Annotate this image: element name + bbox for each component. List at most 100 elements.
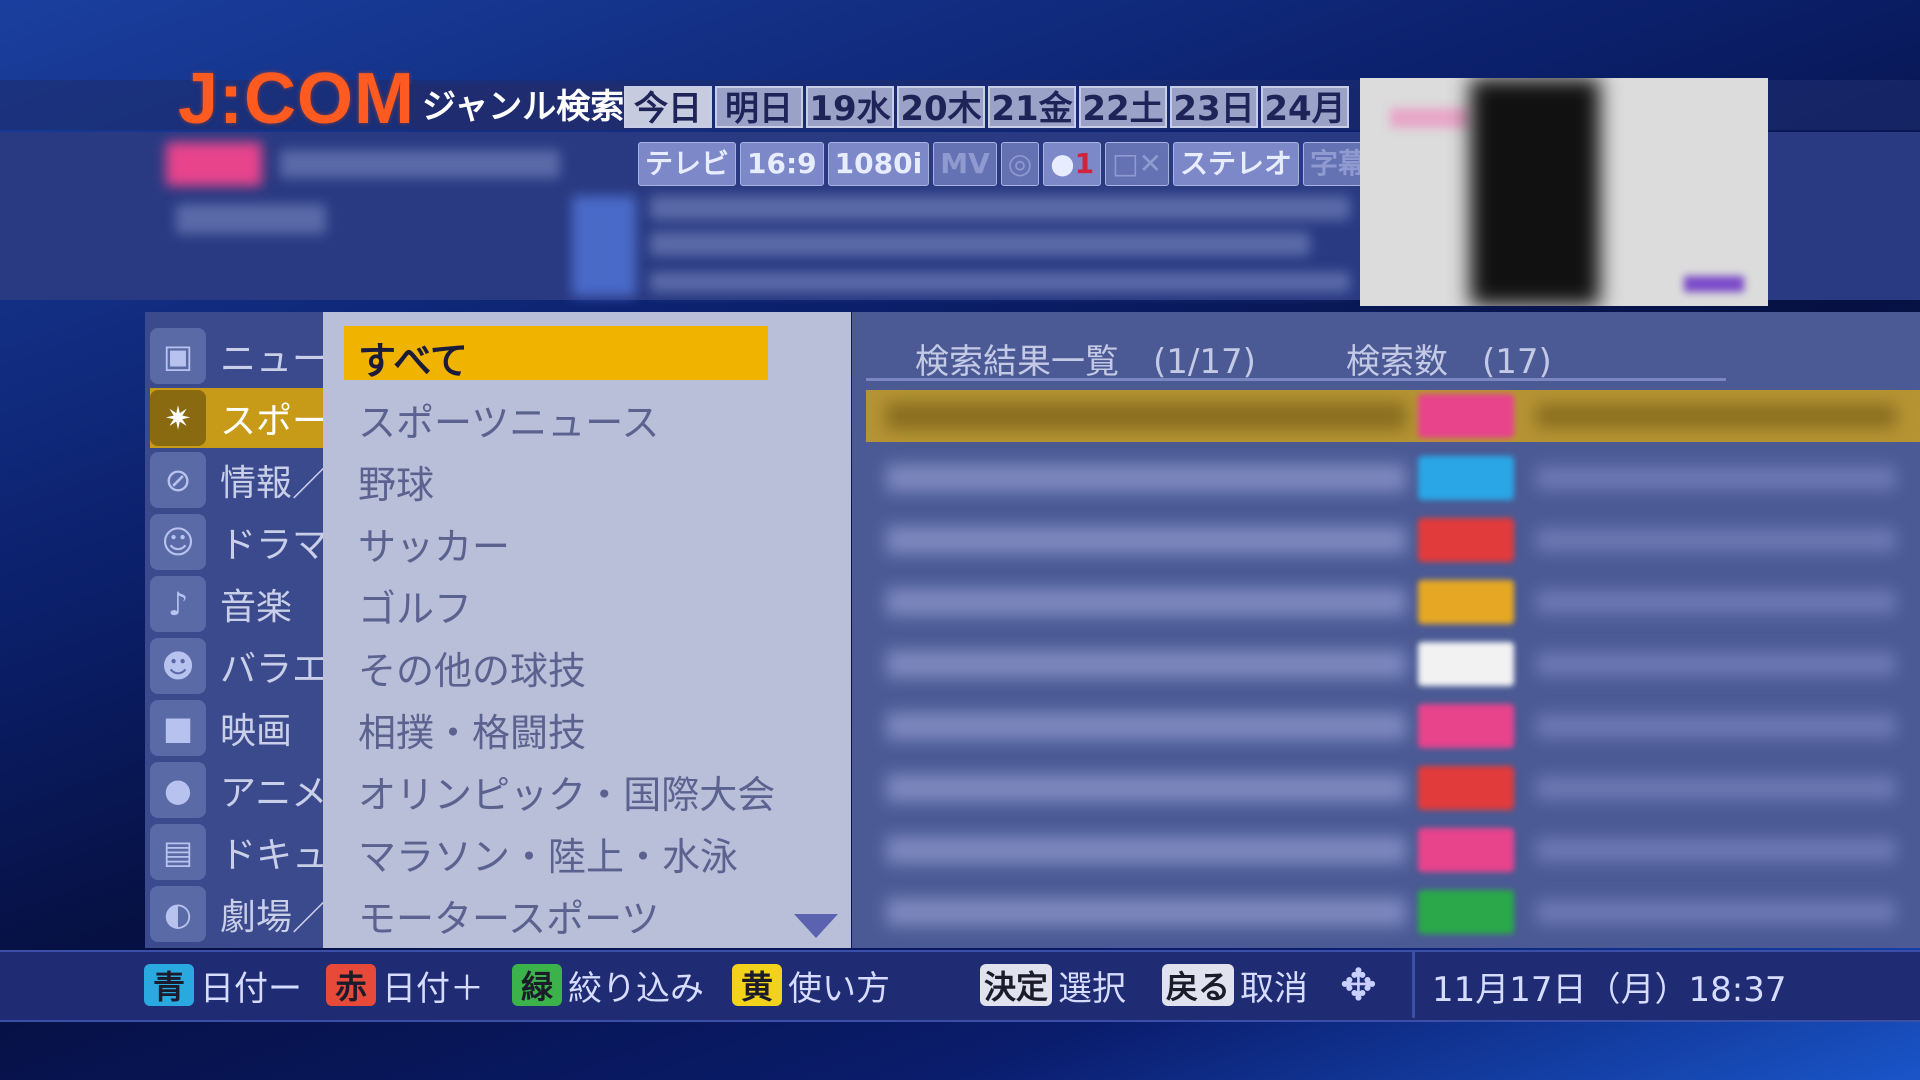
- results-count: 検索数 (17): [1346, 342, 1552, 382]
- key-label: 日付ー: [200, 968, 302, 1009]
- result-title: [886, 712, 1406, 740]
- badge-copy: □✕: [1105, 142, 1170, 186]
- program-title: [650, 196, 1350, 220]
- subgenre-item[interactable]: マラソン・陸上・水泳: [358, 826, 738, 881]
- result-title: [886, 402, 1406, 430]
- result-row[interactable]: [866, 390, 1920, 442]
- key-enter[interactable]: 決定 選択: [980, 962, 1127, 1009]
- channel-logo: [1418, 828, 1514, 872]
- badge-aspect: 16:9: [740, 142, 824, 186]
- program-time: [650, 232, 1310, 256]
- category-item[interactable]: ■ 映画: [150, 698, 292, 758]
- film-icon: ■: [150, 700, 206, 756]
- key-label: 日付＋: [382, 968, 484, 1009]
- subgenre-item[interactable]: その他の球技: [358, 640, 586, 695]
- badge-resolution: 1080i: [827, 142, 930, 186]
- channel-logo: [166, 142, 262, 186]
- result-title: [886, 836, 1406, 864]
- key-yellow[interactable]: 黄使い方: [732, 962, 890, 1009]
- key-red[interactable]: 赤日付＋: [326, 962, 484, 1009]
- tab-date[interactable]: 20木: [897, 86, 985, 129]
- disc-icon: ●: [1050, 147, 1075, 180]
- result-meta: [1536, 714, 1896, 738]
- result-meta: [1536, 776, 1896, 800]
- date-tabs: 今日 明日 19水 20木 21金 22土 23日 24月: [624, 86, 1349, 129]
- result-row[interactable]: [866, 824, 1920, 876]
- result-row[interactable]: [866, 886, 1920, 938]
- dpad-icon: ✥: [1340, 960, 1377, 1011]
- music-note-icon: ♪: [150, 576, 206, 632]
- program-desc: [650, 272, 1350, 292]
- tab-date[interactable]: 明日: [715, 86, 803, 129]
- badge-record: ●1: [1043, 142, 1102, 186]
- subgenre-item[interactable]: 野球: [358, 454, 434, 509]
- tab-date[interactable]: 19水: [806, 86, 894, 129]
- result-row[interactable]: [866, 762, 1920, 814]
- category-item[interactable]: ◐ 劇場／: [150, 884, 328, 944]
- red-key-cap: 赤: [326, 964, 376, 1006]
- channel-logo: [1418, 766, 1514, 810]
- channel-logo: [1418, 456, 1514, 500]
- category-item[interactable]: ☻ バラエ: [150, 636, 328, 696]
- enter-key-cap: 決定: [980, 964, 1053, 1006]
- result-row[interactable]: [866, 638, 1920, 690]
- key-blue[interactable]: 青日付ー: [144, 962, 302, 1009]
- blue-key-cap: 青: [144, 964, 194, 1006]
- subgenre-item[interactable]: サッカー: [358, 516, 510, 571]
- subgenre-item[interactable]: オリンピック・国際大会: [358, 764, 775, 819]
- results-heading: 検索結果一覧 (1/17): [915, 342, 1256, 382]
- channel-logo: [1418, 394, 1514, 438]
- subgenre-item[interactable]: スポーツニュース: [358, 392, 659, 447]
- result-title: [886, 588, 1406, 616]
- channel-logo: [1418, 890, 1514, 934]
- subgenre-item[interactable]: 相撲・格闘技: [358, 702, 586, 757]
- green-key-cap: 緑: [512, 964, 562, 1006]
- result-meta: [1536, 900, 1896, 924]
- video-preview: [1360, 78, 1768, 306]
- scroll-down-arrow-icon[interactable]: [794, 914, 838, 938]
- badge-stereo: ステレオ: [1173, 142, 1300, 186]
- runner-icon: ✷: [150, 390, 206, 446]
- badge-tv: テレビ: [638, 142, 737, 186]
- key-green[interactable]: 緑絞り込み: [512, 962, 704, 1009]
- info-icon: ⊘: [150, 452, 206, 508]
- tab-date[interactable]: 23日: [1170, 86, 1258, 129]
- category-item[interactable]: ♪ 音楽: [150, 574, 292, 634]
- result-title: [886, 898, 1406, 926]
- jcom-logo: J:COM: [178, 59, 415, 139]
- category-item[interactable]: ✷ スポー: [150, 388, 340, 448]
- key-label: 選択: [1058, 968, 1127, 1009]
- category-item[interactable]: ⊘ 情報／: [150, 450, 328, 510]
- subgenre-item[interactable]: ゴルフ: [358, 578, 472, 633]
- channel-logo: [1418, 642, 1514, 686]
- footer-divider: [1412, 950, 1415, 1018]
- tab-date[interactable]: 22土: [1079, 86, 1167, 129]
- category-item[interactable]: ▤ ドキュ: [150, 822, 328, 882]
- mask-icon: ◐: [150, 886, 206, 942]
- category-item[interactable]: ▣ ニュー: [150, 326, 328, 386]
- category-item[interactable]: ☺ ドラマ: [150, 512, 328, 572]
- group-icon: ☻: [150, 638, 206, 694]
- channel-name: [280, 150, 560, 178]
- category-item[interactable]: ● アニメ: [150, 760, 327, 820]
- document-icon: ▤: [150, 824, 206, 880]
- key-back[interactable]: 戻る 取消: [1162, 962, 1308, 1009]
- subgenre-item[interactable]: すべて: [358, 330, 468, 385]
- result-row[interactable]: [866, 576, 1920, 628]
- results-divider: [866, 378, 1726, 381]
- result-row[interactable]: [866, 514, 1920, 566]
- subgenre-item[interactable]: モータースポーツ: [358, 888, 659, 943]
- key-label: 使い方: [788, 968, 890, 1009]
- channel-logo: [1418, 704, 1514, 748]
- result-title: [886, 526, 1406, 554]
- result-title: [886, 650, 1406, 678]
- result-meta: [1536, 590, 1896, 614]
- result-meta: [1536, 652, 1896, 676]
- tab-date[interactable]: 24月: [1261, 86, 1349, 129]
- channel-logo: [1418, 518, 1514, 562]
- tab-date[interactable]: 今日: [624, 86, 712, 129]
- result-row[interactable]: [866, 452, 1920, 504]
- result-row[interactable]: [866, 700, 1920, 752]
- tab-date[interactable]: 21金: [988, 86, 1076, 129]
- badge-multiview: ◎: [1000, 142, 1040, 186]
